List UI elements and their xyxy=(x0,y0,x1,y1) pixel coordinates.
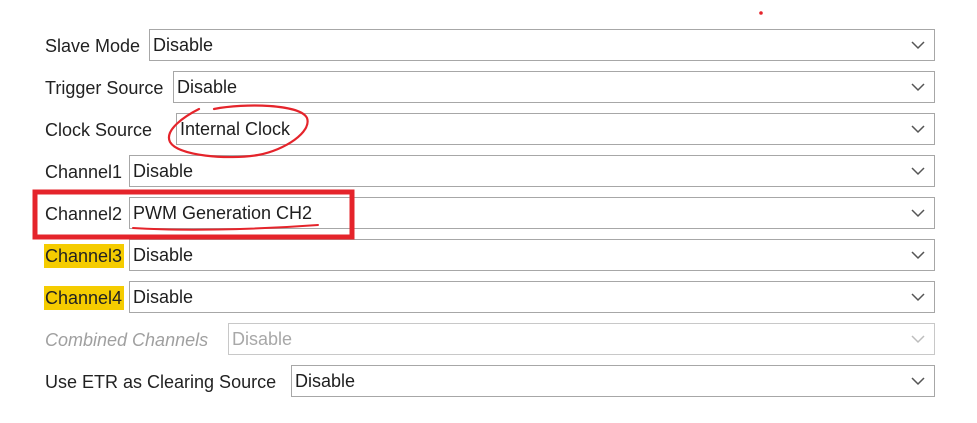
combined-channels-select: Disable xyxy=(228,323,935,355)
chevron-down-icon xyxy=(911,209,925,218)
clock-source-row: Clock Source Internal Clock xyxy=(45,113,935,147)
channel4-value: Disable xyxy=(133,287,194,307)
channel4-select[interactable]: Disable xyxy=(129,281,935,313)
chevron-down-icon xyxy=(911,251,925,260)
trigger-source-value: Disable xyxy=(177,77,238,97)
channel1-select[interactable]: Disable xyxy=(129,155,935,187)
combined-channels-label: Combined Channels xyxy=(45,330,209,350)
channel3-label: Channel3 xyxy=(44,244,125,268)
chevron-down-icon xyxy=(911,167,925,176)
channel2-value: PWM Generation CH2 xyxy=(133,203,313,223)
use-etr-clearing-source-select[interactable]: Disable xyxy=(291,365,935,397)
chevron-down-icon xyxy=(911,125,925,134)
chevron-down-icon xyxy=(911,293,925,302)
channel4-row: Channel4 Disable xyxy=(44,281,935,315)
use-etr-clearing-source-value: Disable xyxy=(295,371,356,391)
channel2-row: Channel2 PWM Generation CH2 xyxy=(45,197,935,231)
trigger-source-row: Trigger Source Disable xyxy=(45,71,935,105)
chevron-down-icon xyxy=(911,335,925,344)
slave-mode-row: Slave Mode Disable xyxy=(45,29,935,63)
chevron-down-icon xyxy=(911,83,925,92)
annotation-dot xyxy=(759,11,763,15)
channel1-value: Disable xyxy=(133,161,194,181)
combined-channels-row: Combined Channels Disable xyxy=(45,323,935,357)
clock-source-select[interactable]: Internal Clock xyxy=(176,113,935,145)
channel2-select[interactable]: PWM Generation CH2 xyxy=(129,197,935,229)
use-etr-clearing-source-label: Use ETR as Clearing Source xyxy=(45,372,277,392)
channel2-label: Channel2 xyxy=(45,204,123,224)
channel3-value: Disable xyxy=(133,245,194,265)
channel1-row: Channel1 Disable xyxy=(45,155,935,189)
trigger-source-label: Trigger Source xyxy=(45,78,164,98)
slave-mode-value: Disable xyxy=(153,35,214,55)
slave-mode-select[interactable]: Disable xyxy=(149,29,935,61)
trigger-source-select[interactable]: Disable xyxy=(173,71,935,103)
clock-source-value: Internal Clock xyxy=(180,119,291,139)
channel3-select[interactable]: Disable xyxy=(129,239,935,271)
chevron-down-icon xyxy=(911,377,925,386)
clock-source-label: Clock Source xyxy=(45,120,153,140)
slave-mode-label: Slave Mode xyxy=(45,36,141,56)
channel3-row: Channel3 Disable xyxy=(44,239,935,273)
channel1-label: Channel1 xyxy=(45,162,123,182)
channel4-label: Channel4 xyxy=(44,286,125,310)
combined-channels-value: Disable xyxy=(232,329,293,349)
use-etr-clearing-source-row: Use ETR as Clearing Source Disable xyxy=(45,365,935,399)
chevron-down-icon xyxy=(911,41,925,50)
